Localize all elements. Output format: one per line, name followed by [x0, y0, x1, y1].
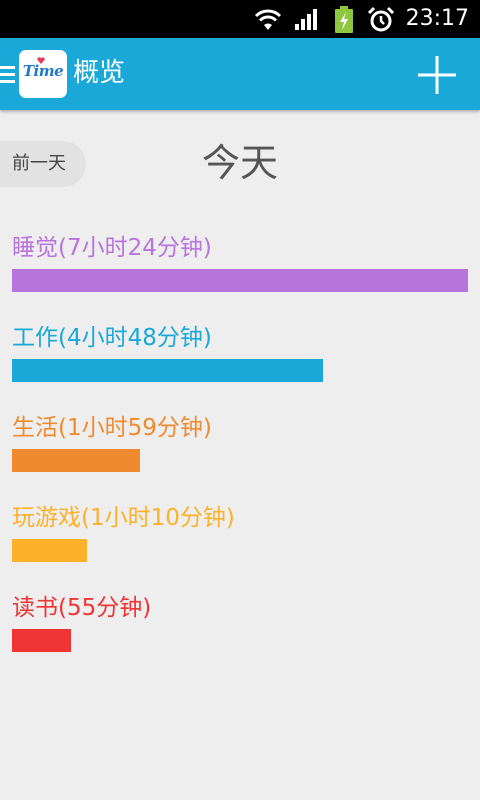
battery-charging-icon [335, 6, 353, 33]
activity-bar [12, 629, 71, 652]
status-time: 23:17 [405, 6, 469, 31]
activity-label: 工作(4小时48分钟) [12, 325, 212, 351]
status-bar: 23:17 [0, 0, 480, 38]
app-logo-text: Time [22, 62, 64, 80]
page-title: 概览 [73, 58, 126, 88]
activity-label: 睡觉(7小时24分钟) [12, 235, 212, 261]
app-logo[interactable]: Time [19, 50, 67, 98]
activity-bar [12, 449, 140, 472]
activity-work[interactable]: 工作(4小时48分钟) [12, 323, 323, 382]
activity-gaming[interactable]: 玩游戏(1小时10分钟) [12, 503, 235, 562]
activity-label: 读书(55分钟) [12, 595, 152, 621]
activity-label: 玩游戏(1小时10分钟) [12, 505, 235, 531]
activity-sleep[interactable]: 睡觉(7小时24分钟) [12, 233, 468, 292]
wifi-icon [254, 9, 282, 30]
activity-bar [12, 269, 468, 292]
activity-bar [12, 359, 323, 382]
prev-day-label: 前一天 [12, 153, 66, 174]
signal-icon [295, 9, 317, 30]
activity-bar [12, 539, 87, 562]
alarm-icon [367, 6, 395, 32]
plus-icon[interactable] [414, 52, 460, 98]
activity-life[interactable]: 生活(1小时59分钟) [12, 413, 212, 472]
current-day-title: 今天 [201, 141, 278, 185]
menu-icon[interactable] [0, 66, 15, 84]
activity-reading[interactable]: 读书(55分钟) [12, 593, 152, 652]
activity-label: 生活(1小时59分钟) [12, 415, 212, 441]
prev-day-button[interactable]: 前一天 [0, 141, 86, 187]
action-bar: Time 概览 [0, 38, 480, 110]
